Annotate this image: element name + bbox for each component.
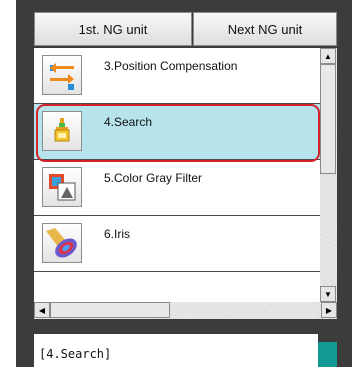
scroll-up-icon[interactable]: ▲ — [320, 48, 336, 64]
unit-list: 3.Position Compensation 4.Search 5.Color… — [34, 48, 320, 302]
horizontal-scrollbar[interactable]: ◀ ▶ — [34, 302, 337, 319]
scroll-down-icon[interactable]: ▼ — [320, 286, 336, 302]
vertical-scrollbar[interactable]: ▲ ▼ — [320, 48, 337, 302]
horizontal-scroll-thumb[interactable] — [50, 302, 170, 318]
color-gray-filter-icon — [42, 167, 82, 207]
scroll-right-icon[interactable]: ▶ — [321, 302, 337, 318]
search-unit-icon — [42, 111, 82, 151]
first-ng-unit-button[interactable]: 1st. NG unit — [34, 12, 192, 46]
list-item-label: 3.Position Compensation — [104, 59, 238, 73]
list-item-label: 5.Color Gray Filter — [104, 171, 203, 185]
iris-icon — [42, 223, 82, 263]
list-item-position-compensation[interactable]: 3.Position Compensation — [34, 48, 320, 104]
list-item-color-gray-filter[interactable]: 5.Color Gray Filter — [34, 160, 320, 216]
list-item-iris[interactable]: 6.Iris — [34, 216, 320, 272]
next-ng-unit-button[interactable]: Next NG unit — [193, 12, 337, 46]
status-bar: [4.Search] — [34, 334, 318, 367]
list-item-label: 6.Iris — [104, 227, 131, 241]
position-compensation-icon — [42, 55, 82, 95]
vertical-scroll-thumb[interactable] — [320, 64, 336, 174]
scroll-left-icon[interactable]: ◀ — [34, 302, 50, 318]
list-item-label: 4.Search — [104, 115, 153, 129]
list-item-search[interactable]: 4.Search — [34, 104, 320, 160]
status-indicator — [318, 342, 337, 367]
